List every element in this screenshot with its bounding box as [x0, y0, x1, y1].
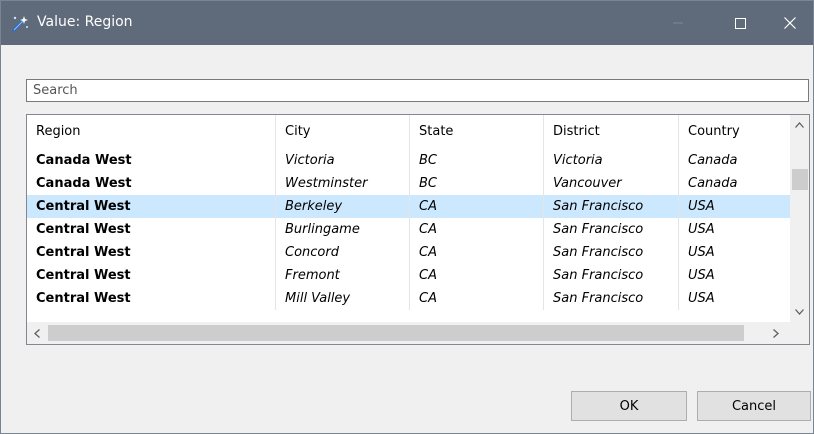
minimize-icon — [673, 22, 683, 24]
cell-region: Central West — [27, 218, 276, 241]
column-header-state[interactable]: State — [410, 115, 544, 149]
cell-district: San Francisco — [544, 287, 679, 310]
column-header-city[interactable]: City — [276, 115, 410, 149]
cell-district: San Francisco — [544, 218, 679, 241]
cell-country: USA — [688, 291, 715, 306]
cell-state: CA — [410, 195, 544, 218]
table-row[interactable]: Central West Concord CA San Francisco US… — [27, 241, 790, 264]
grid-viewport: Region City State District Country Canad… — [27, 115, 790, 322]
close-button[interactable] — [767, 1, 813, 45]
column-header-district[interactable]: District — [544, 115, 679, 149]
cell-country: Canada — [688, 153, 738, 168]
cell-country: USA — [688, 199, 715, 214]
cell-region: Central West — [27, 287, 276, 310]
cell-city: Fremont — [276, 264, 410, 287]
cancel-button[interactable]: Cancel — [697, 391, 811, 421]
cell-city: Westminster — [276, 172, 410, 195]
cell-country: USA — [688, 222, 715, 237]
minimize-button[interactable] — [655, 1, 701, 45]
values-grid: Region City State District Country Canad… — [26, 114, 810, 345]
cell-state: BC — [410, 149, 544, 172]
cell-country: Canada — [688, 176, 738, 191]
cell-district: Victoria — [544, 149, 679, 172]
scroll-right-button[interactable] — [765, 322, 787, 344]
window-title: Value: Region — [37, 14, 133, 30]
cell-district: San Francisco — [544, 195, 679, 218]
title-bar[interactable]: Value: Region — [1, 1, 813, 45]
chevron-left-icon — [34, 328, 40, 338]
cell-district: San Francisco — [544, 241, 679, 264]
cell-state: CA — [410, 241, 544, 264]
scrollbar-corner — [790, 322, 809, 344]
vertical-scroll-thumb[interactable] — [792, 169, 808, 190]
scroll-up-button[interactable] — [790, 115, 809, 135]
cell-city: Mill Valley — [276, 287, 410, 310]
scroll-left-button[interactable] — [27, 322, 47, 344]
chevron-right-icon — [773, 328, 779, 338]
cell-country: USA — [688, 268, 715, 283]
cell-city: Victoria — [276, 149, 410, 172]
cell-state: CA — [410, 287, 544, 310]
grid-header: Region City State District Country — [27, 115, 790, 149]
ok-button[interactable]: OK — [571, 391, 687, 421]
cell-country: USA — [688, 245, 715, 260]
close-icon — [784, 17, 796, 29]
cell-state: CA — [410, 264, 544, 287]
cell-city: Concord — [276, 241, 410, 264]
cell-region: Canada West — [27, 172, 276, 195]
cell-state: CA — [410, 218, 544, 241]
table-row[interactable]: Canada West Victoria BC Victoria Canada — [27, 149, 790, 172]
search-input[interactable] — [26, 79, 809, 102]
cell-state: BC — [410, 172, 544, 195]
column-header-region[interactable]: Region — [27, 115, 276, 149]
table-row[interactable]: Central West Mill Valley CA San Francisc… — [27, 287, 790, 310]
table-row-selected[interactable]: Central West Berkeley CA San Francisco U… — [27, 195, 790, 218]
wand-icon — [12, 16, 28, 32]
horizontal-scroll-thumb[interactable] — [48, 325, 744, 341]
table-row[interactable]: Central West Burlingame CA San Francisco… — [27, 218, 790, 241]
table-row[interactable]: Canada West Westminster BC Vancouver Can… — [27, 172, 790, 195]
scroll-down-button[interactable] — [790, 302, 809, 322]
cell-city: Burlingame — [276, 218, 410, 241]
cell-region: Central West — [27, 241, 276, 264]
cell-region: Central West — [27, 195, 276, 218]
cell-district: San Francisco — [544, 264, 679, 287]
cell-district: Vancouver — [544, 172, 679, 195]
value-dialog: Value: Region Region City State District… — [0, 0, 814, 434]
maximize-icon — [734, 17, 746, 29]
chevron-down-icon — [795, 309, 804, 315]
table-row[interactable]: Central West Fremont CA San Francisco US… — [27, 264, 790, 287]
horizontal-scrollbar[interactable] — [27, 322, 790, 344]
chevron-up-icon — [795, 122, 804, 128]
cell-city: Berkeley — [276, 195, 410, 218]
cell-region: Central West — [27, 264, 276, 287]
vertical-scrollbar[interactable] — [790, 115, 809, 322]
maximize-button[interactable] — [717, 1, 763, 45]
cell-region: Canada West — [27, 149, 276, 172]
column-header-country[interactable]: Country — [679, 115, 790, 149]
